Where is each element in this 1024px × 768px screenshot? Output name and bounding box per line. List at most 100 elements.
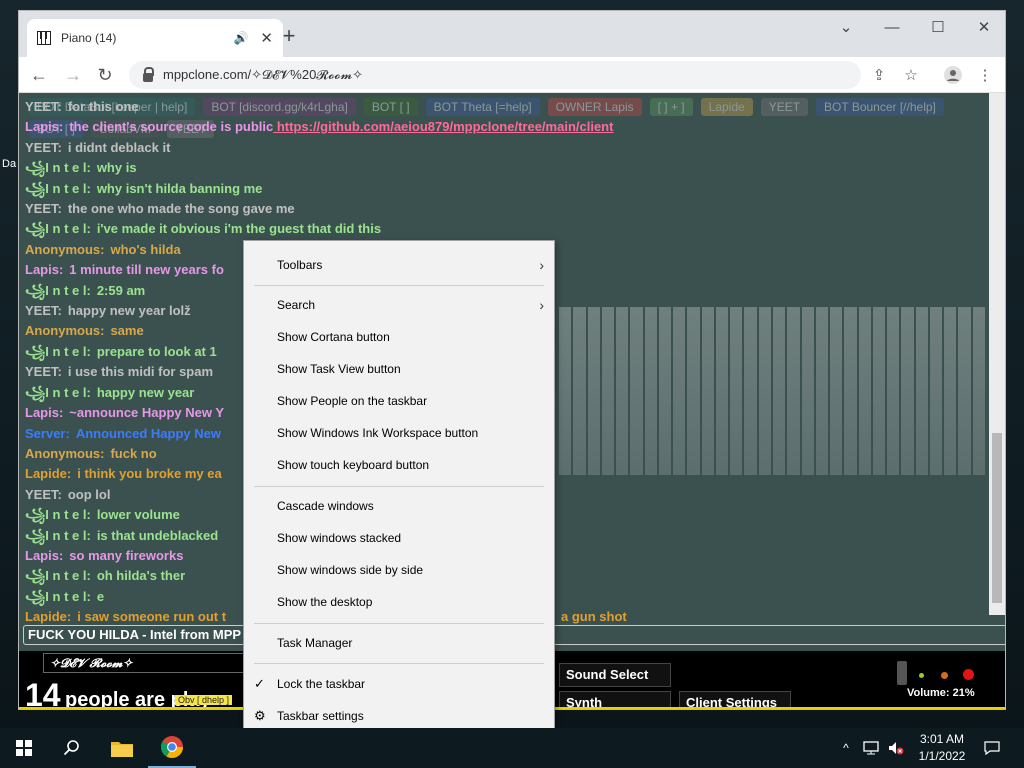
chat-username: ꧁I n t e l: bbox=[25, 507, 91, 523]
maximize-button[interactable]: ☐ bbox=[915, 11, 961, 43]
checkmark-icon: ✓ bbox=[254, 676, 265, 691]
chat-message: Lapis: the client's source code is public… bbox=[25, 117, 985, 137]
tab-piano[interactable]: Piano (14) 🔊 ✕ bbox=[27, 19, 283, 57]
chat-username: ꧁I n t e l: bbox=[25, 588, 91, 604]
chat-text: Announced Happy New bbox=[75, 425, 221, 441]
tab-close-icon[interactable]: ✕ bbox=[260, 29, 273, 47]
chat-username: ꧁I n t e l: bbox=[25, 221, 91, 237]
menu-item-label: Search bbox=[277, 298, 316, 312]
sound-select-button[interactable]: Sound Select bbox=[559, 663, 671, 687]
tab-title: Piano (14) bbox=[61, 31, 117, 45]
menu-separator bbox=[254, 623, 544, 624]
chat-message: YEET: for this one bbox=[25, 97, 985, 117]
chat-message: ꧁I n t e l: why is bbox=[25, 158, 985, 178]
menu-item-label: Lock the taskbar bbox=[277, 677, 366, 691]
menu-item-label: Taskbar settings bbox=[277, 709, 364, 723]
profile-avatar-icon[interactable] bbox=[941, 63, 965, 87]
menu-item-cascade[interactable]: Cascade windows bbox=[244, 490, 554, 522]
room-select[interactable]: ✧𝓓𝓔𝓥 𝓡𝓸𝓸𝓶✧ bbox=[43, 653, 263, 673]
chat-text: oop lol bbox=[67, 486, 111, 502]
chat-text: lower volume bbox=[96, 507, 180, 523]
chat-username: ꧁I n t e l: bbox=[25, 527, 91, 543]
menu-item-toolbars[interactable]: Toolbars › bbox=[244, 249, 554, 281]
chevron-right-icon: › bbox=[539, 257, 544, 273]
chat-username: ꧁I n t e l: bbox=[25, 568, 91, 584]
reload-icon[interactable]: ↻ bbox=[93, 63, 117, 87]
chat-username: Anonymous: bbox=[25, 323, 105, 339]
status-light-orange bbox=[941, 672, 948, 679]
system-clock[interactable]: 3:01 AM 1/1/2022 bbox=[914, 731, 970, 765]
chat-username: Lapis: bbox=[25, 262, 64, 278]
new-tab-button[interactable]: + bbox=[277, 25, 301, 49]
chat-scrollbar[interactable] bbox=[989, 93, 1005, 615]
bookmark-star-icon[interactable]: ☆ bbox=[899, 63, 923, 87]
chat-link[interactable]: https://github.com/aeiou879/mppclone/tre… bbox=[273, 119, 614, 134]
menu-item-lock-taskbar[interactable]: ✓ Lock the taskbar bbox=[244, 668, 554, 700]
clock-time: 3:01 AM bbox=[919, 732, 965, 746]
file-explorer-icon[interactable] bbox=[98, 728, 146, 768]
url-text: mppclone.com/✧𝓓𝓔𝓥%20𝓡𝓸𝓸𝓶✧ bbox=[163, 67, 364, 82]
chat-text: e bbox=[96, 588, 105, 604]
chat-text: prepare to look at 1 bbox=[96, 343, 217, 359]
menu-separator bbox=[254, 486, 544, 487]
chat-username: Lapide: bbox=[25, 466, 72, 482]
chat-text: i saw someone run out t bbox=[77, 609, 227, 625]
chat-message: ꧁I n t e l: why isn't hilda banning me bbox=[25, 179, 985, 199]
back-icon[interactable]: ← bbox=[27, 63, 51, 87]
menu-item-side-by-side[interactable]: Show windows side by side bbox=[244, 554, 554, 586]
chat-text: so many fireworks bbox=[69, 547, 184, 563]
taskbar-context-menu: Toolbars › Search › Show Cortana button Sh… bbox=[243, 240, 555, 741]
chat-text: 1 minute till new years fo bbox=[69, 262, 224, 278]
menu-item-people[interactable]: Show People on the taskbar bbox=[244, 385, 554, 417]
forward-icon[interactable]: → bbox=[61, 63, 85, 87]
chat-username: Lapis: bbox=[25, 119, 64, 135]
chat-message: YEET: the one who made the song gave me bbox=[25, 199, 985, 219]
address-bar[interactable]: mppclone.com/✧𝓓𝓔𝓥%20𝓡𝓸𝓸𝓶✧ bbox=[129, 61, 861, 89]
chat-username: YEET: bbox=[25, 99, 62, 114]
share-icon[interactable]: ⇪ bbox=[867, 63, 891, 87]
volume-knob[interactable] bbox=[897, 661, 907, 685]
menu-item-touch-keyboard[interactable]: Show touch keyboard button bbox=[244, 449, 554, 481]
start-button[interactable] bbox=[0, 728, 48, 768]
menu-item-stacked[interactable]: Show windows stacked bbox=[244, 522, 554, 554]
chat-text: why isn't hilda banning me bbox=[96, 180, 263, 196]
lock-icon[interactable] bbox=[143, 66, 154, 82]
chat-username: YEET: bbox=[25, 364, 62, 380]
menu-item-ink[interactable]: Show Windows Ink Workspace button bbox=[244, 417, 554, 449]
chat-username: ꧁I n t e l: bbox=[25, 160, 91, 176]
chat-text: i use this midi for spam bbox=[67, 364, 214, 380]
menu-kebab-icon[interactable]: ⋮ bbox=[973, 63, 997, 87]
menu-item-task-manager[interactable]: Task Manager bbox=[244, 627, 554, 659]
windows-logo-icon bbox=[16, 740, 32, 756]
tab-strip: Piano (14) 🔊 ✕ + ⌄ — ☐ ✕ bbox=[19, 11, 1005, 57]
notifications-icon[interactable] bbox=[978, 728, 1006, 768]
chat-username: Lapis: bbox=[25, 405, 64, 421]
chat-username: Server: bbox=[25, 425, 70, 441]
clock-date: 1/1/2022 bbox=[918, 749, 966, 763]
piano-favicon-icon bbox=[37, 31, 51, 45]
scrollbar-thumb[interactable] bbox=[992, 433, 1002, 603]
chrome-icon[interactable] bbox=[148, 728, 196, 768]
close-window-button[interactable]: ✕ bbox=[961, 11, 1007, 43]
volume-muted-icon[interactable] bbox=[884, 728, 908, 768]
desktop-icon-label[interactable]: Da bbox=[2, 158, 16, 170]
chat-message: YEET: i didnt deblack it bbox=[25, 138, 985, 158]
chat-text: ~announce Happy New Y bbox=[69, 405, 225, 421]
network-icon[interactable] bbox=[860, 728, 882, 768]
chat-username: Lapis: bbox=[25, 547, 64, 563]
menu-item-show-desktop[interactable]: Show the desktop bbox=[244, 586, 554, 618]
minimize-button[interactable]: — bbox=[869, 11, 915, 43]
people-count-number: 14 bbox=[25, 677, 61, 709]
menu-item-cortana[interactable]: Show Cortana button bbox=[244, 321, 554, 353]
tab-search-icon[interactable]: ⌄ bbox=[823, 11, 869, 43]
search-icon[interactable] bbox=[48, 728, 96, 768]
toolbar: ← → ↻ mppclone.com/✧𝓓𝓔𝓥%20𝓡𝓸𝓸𝓶✧ ⇪ ☆ ⋮ bbox=[19, 57, 1005, 93]
volume-label: Volume: 21% bbox=[907, 687, 975, 699]
chat-username: YEET: bbox=[25, 486, 62, 502]
chat-username: ꧁I n t e l: bbox=[25, 180, 91, 196]
chevron-up-icon[interactable]: ^ bbox=[836, 728, 856, 768]
menu-item-task-view[interactable]: Show Task View button bbox=[244, 353, 554, 385]
speaker-icon[interactable]: 🔊 bbox=[233, 31, 248, 45]
menu-item-search[interactable]: Search › bbox=[244, 289, 554, 321]
menu-separator bbox=[254, 663, 544, 664]
